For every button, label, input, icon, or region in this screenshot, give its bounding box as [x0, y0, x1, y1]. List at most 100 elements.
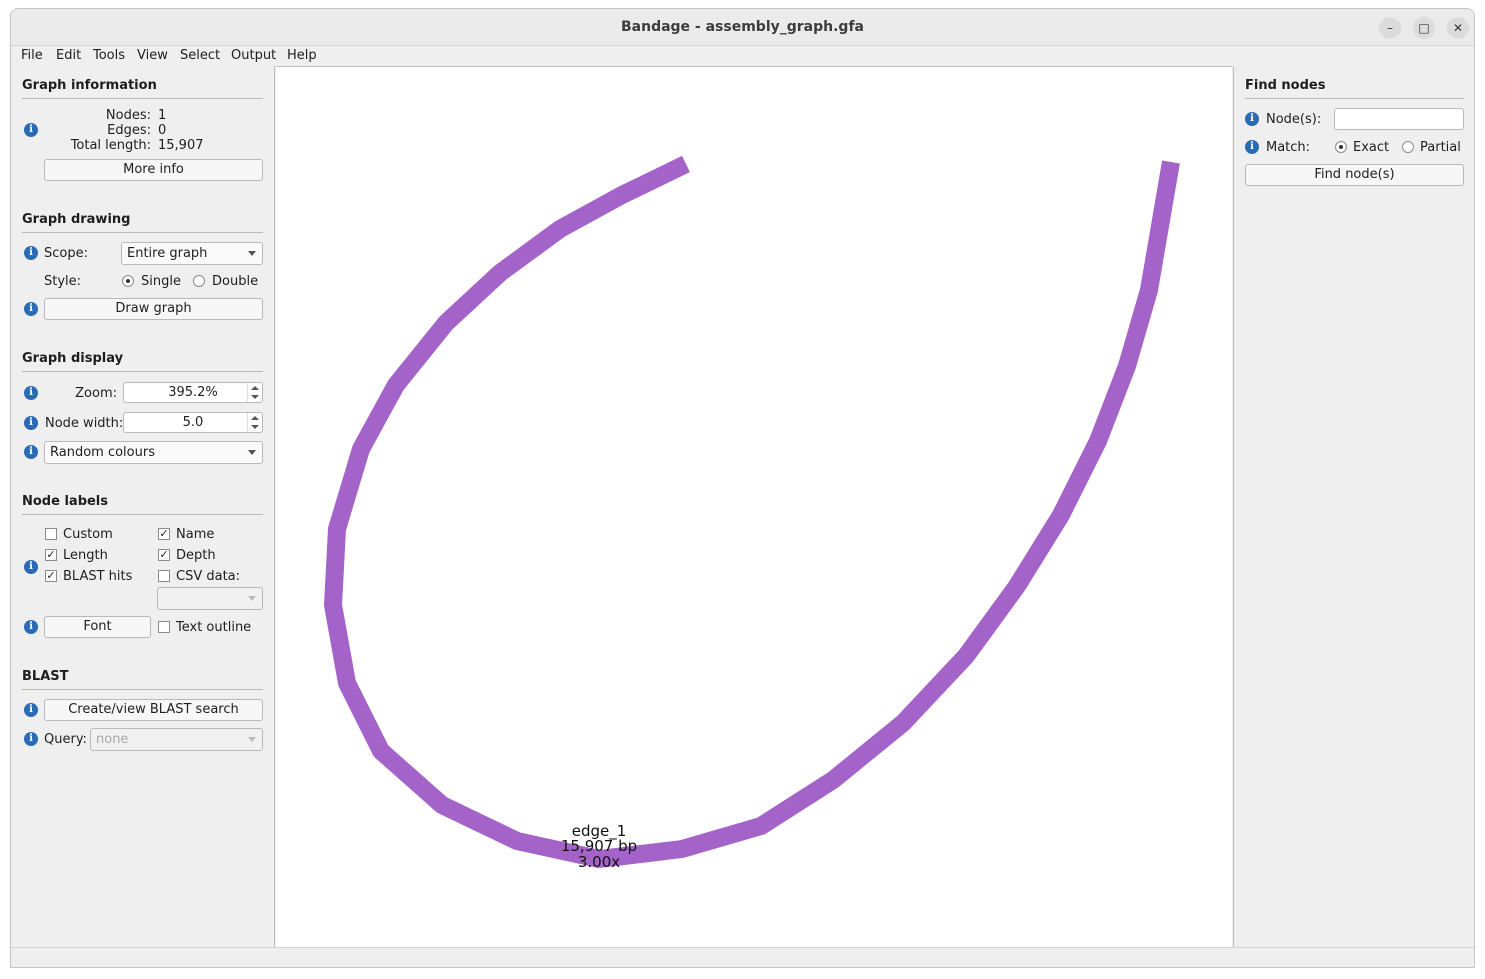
node-label-length: 15,907 bp	[560, 837, 638, 855]
divider	[22, 98, 263, 99]
info-icon[interactable]: i	[24, 560, 38, 574]
match-partial-label: Partial	[1420, 140, 1461, 155]
query-select[interactable]: none	[90, 728, 263, 751]
chevron-down-icon	[248, 450, 256, 455]
text-outline-label: Text outline	[176, 620, 252, 635]
right-panel: Find nodes i Node(s): i Match: Exact Par…	[1233, 66, 1474, 947]
name-checkbox[interactable]: ✓	[158, 528, 170, 540]
info-icon[interactable]: i	[24, 302, 38, 316]
match-exact-label: Exact	[1353, 140, 1390, 155]
node-width-label: Node width:	[45, 416, 124, 431]
info-icon[interactable]: i	[1245, 112, 1259, 126]
graph-information-title: Graph information	[22, 78, 157, 93]
info-icon[interactable]: i	[24, 123, 38, 137]
spin-down-icon[interactable]	[251, 425, 259, 429]
blast-hits-checkbox[interactable]: ✓	[45, 570, 57, 582]
zoom-label: Zoom:	[75, 386, 117, 401]
custom-checkbox[interactable]	[45, 528, 57, 540]
menu-output[interactable]: Output	[231, 48, 276, 63]
info-icon[interactable]: i	[24, 386, 38, 400]
title-bar: Bandage - assembly_graph.gfa – □ ✕	[11, 9, 1474, 46]
colour-scheme-value: Random colours	[50, 445, 155, 460]
more-info-button[interactable]: More info	[44, 159, 263, 181]
close-button[interactable]: ✕	[1447, 17, 1469, 39]
colour-scheme-select[interactable]: Random colours	[44, 441, 263, 464]
find-nodes-button[interactable]: Find node(s)	[1245, 164, 1464, 186]
info-icon[interactable]: i	[1245, 140, 1259, 154]
text-outline-checkbox[interactable]	[158, 621, 170, 633]
info-icon[interactable]: i	[24, 246, 38, 260]
style-label: Style:	[44, 274, 82, 289]
menu-file[interactable]: File	[21, 48, 43, 63]
graph-canvas[interactable]: edge_1 15,907 bp 3.00x	[276, 66, 1232, 947]
name-label: Name	[176, 527, 215, 542]
chevron-down-icon	[248, 737, 256, 742]
graph-node-edge_1[interactable]	[324, 155, 1180, 868]
match-partial-radio[interactable]	[1402, 141, 1414, 153]
blast-hits-label: BLAST hits	[63, 569, 133, 584]
node-label-depth: 3.00x	[577, 853, 621, 871]
chevron-down-icon	[248, 596, 256, 601]
nodes-label: Nodes:	[105, 108, 151, 123]
total-length-value: 15,907	[158, 138, 204, 153]
depth-label: Depth	[176, 548, 216, 563]
length-checkbox[interactable]: ✓	[45, 549, 57, 561]
menu-bar: File Edit Tools View Select Output Help	[11, 46, 1474, 66]
menu-select[interactable]: Select	[180, 48, 220, 63]
scope-select[interactable]: Entire graph	[121, 242, 263, 265]
csv-data-checkbox[interactable]	[158, 570, 170, 582]
spin-arrows[interactable]	[247, 413, 262, 432]
app-window: Bandage - assembly_graph.gfa – □ ✕ File …	[10, 8, 1475, 968]
divider	[22, 232, 263, 233]
scope-value: Entire graph	[127, 246, 208, 261]
node-labels-title: Node labels	[22, 494, 109, 509]
menu-view[interactable]: View	[137, 48, 168, 63]
info-icon[interactable]: i	[24, 416, 38, 430]
edges-label: Edges:	[107, 123, 151, 138]
match-exact-radio[interactable]	[1335, 141, 1347, 153]
find-nodes-title: Find nodes	[1245, 78, 1326, 93]
blast-title: BLAST	[22, 669, 69, 684]
find-nodes-input[interactable]	[1334, 108, 1464, 130]
spin-up-icon[interactable]	[251, 386, 259, 390]
info-icon[interactable]: i	[24, 703, 38, 717]
style-double-label: Double	[212, 274, 259, 289]
graph-view[interactable]	[276, 67, 1232, 948]
find-nodes-label: Node(s):	[1266, 112, 1322, 127]
nodes-value: 1	[158, 108, 167, 123]
style-single-radio[interactable]	[122, 275, 134, 287]
match-label: Match:	[1266, 140, 1311, 155]
node-width-value: 5.0	[182, 415, 204, 430]
status-bar	[11, 947, 1474, 967]
draw-graph-button[interactable]: Draw graph	[44, 298, 263, 320]
spin-arrows[interactable]	[247, 383, 262, 402]
scope-label: Scope:	[44, 246, 88, 261]
font-button[interactable]: Font	[44, 616, 151, 638]
graph-display-title: Graph display	[22, 351, 124, 366]
create-view-blast-button[interactable]: Create/view BLAST search	[44, 699, 263, 721]
window-title: Bandage - assembly_graph.gfa	[620, 19, 864, 35]
maximize-button[interactable]: □	[1413, 17, 1435, 39]
info-icon[interactable]: i	[24, 445, 38, 459]
node-width-spinbox[interactable]: 5.0	[123, 412, 263, 433]
csv-data-select[interactable]	[157, 587, 263, 610]
spin-up-icon[interactable]	[251, 416, 259, 420]
zoom-spinbox[interactable]: 395.2%	[123, 382, 263, 403]
spin-down-icon[interactable]	[251, 395, 259, 399]
menu-edit[interactable]: Edit	[56, 48, 81, 63]
divider	[22, 514, 263, 515]
style-double-radio[interactable]	[193, 275, 205, 287]
minimize-button[interactable]: –	[1379, 17, 1401, 39]
menu-tools[interactable]: Tools	[93, 48, 125, 63]
depth-checkbox[interactable]: ✓	[158, 549, 170, 561]
csv-data-label: CSV data:	[176, 569, 241, 584]
edges-value: 0	[158, 123, 167, 138]
menu-help[interactable]: Help	[287, 48, 317, 63]
divider	[22, 371, 263, 372]
info-icon[interactable]: i	[24, 732, 38, 746]
zoom-value: 395.2%	[168, 385, 218, 400]
custom-label: Custom	[63, 527, 113, 542]
divider	[22, 689, 263, 690]
info-icon[interactable]: i	[24, 620, 38, 634]
left-panel: Graph information i Nodes: 1 Edges: 0 To…	[11, 66, 275, 947]
